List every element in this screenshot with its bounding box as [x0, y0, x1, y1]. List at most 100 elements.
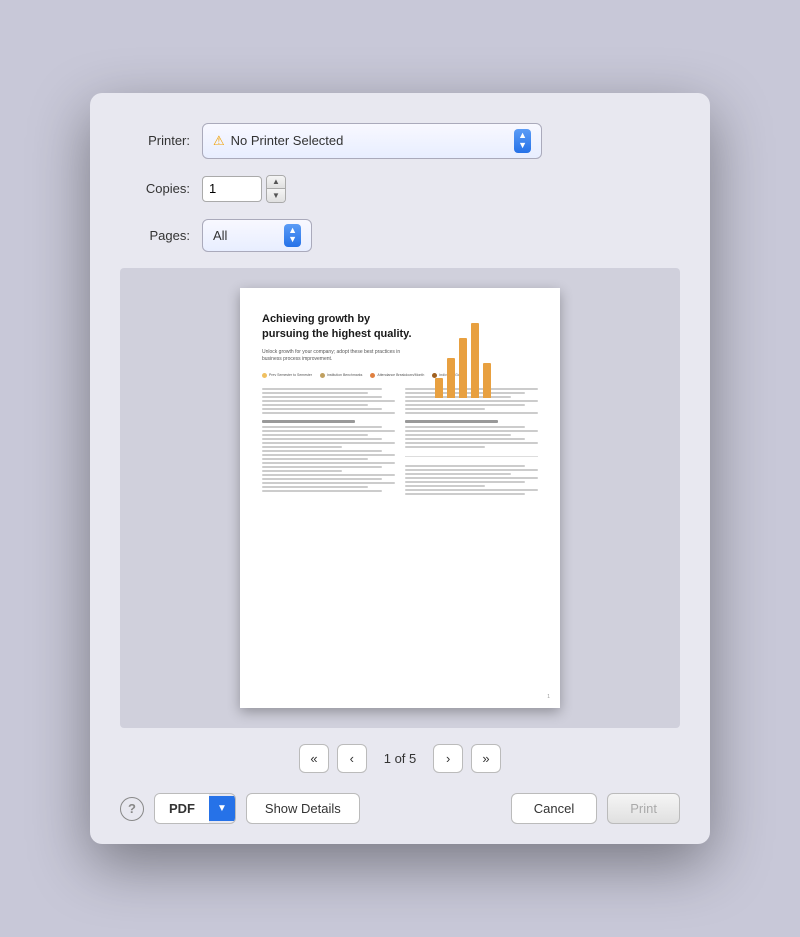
body-line — [405, 442, 538, 444]
legend-item-3: Attendance Breakdown/Month — [370, 373, 424, 378]
body-line — [262, 426, 382, 428]
body-line — [262, 434, 368, 436]
body-line — [262, 462, 395, 464]
body-line — [405, 400, 538, 402]
copies-stepper[interactable]: ▲ ▼ — [266, 175, 286, 203]
prev-page-button[interactable]: ‹ — [337, 744, 367, 773]
body-line — [262, 466, 382, 468]
chart-group-2 — [447, 358, 455, 398]
body-line — [405, 481, 525, 483]
preview-col-right — [405, 388, 538, 497]
legend-label-1: Prev Semester to Semester — [269, 373, 312, 377]
body-line — [405, 469, 538, 471]
legend-dot-1 — [262, 373, 267, 378]
body-line — [262, 454, 395, 456]
body-line — [405, 426, 525, 428]
pdf-arrow-button[interactable]: ▼ — [209, 796, 235, 821]
body-line — [405, 477, 538, 479]
legend-item-1: Prev Semester to Semester — [262, 373, 312, 378]
first-page-button[interactable]: « — [299, 744, 328, 773]
preview-page-number: 1 — [547, 694, 550, 700]
chart-bar — [435, 378, 443, 398]
copies-field[interactable] — [202, 176, 262, 202]
body-line — [405, 438, 525, 440]
pages-down-arrow: ▼ — [288, 235, 297, 245]
body-line — [405, 493, 525, 495]
body-line — [262, 482, 395, 484]
copies-input-group: ▲ ▼ — [202, 175, 286, 203]
body-line — [262, 478, 382, 480]
legend-dot-3 — [370, 373, 375, 378]
body-line — [262, 412, 395, 414]
cancel-button[interactable]: Cancel — [511, 793, 597, 824]
body-line — [262, 430, 395, 432]
body-line — [262, 450, 382, 452]
divider — [405, 456, 538, 457]
body-line — [405, 408, 485, 410]
body-line — [262, 486, 368, 488]
pages-stepper[interactable]: ▲ ▼ — [284, 224, 301, 248]
printer-label: Printer: — [120, 133, 190, 148]
print-button[interactable]: Print — [607, 793, 680, 824]
body-line — [262, 446, 342, 448]
legend-label-2: Institution Benchmarks — [327, 373, 362, 377]
body-line — [405, 404, 525, 406]
pdf-label[interactable]: PDF — [155, 794, 209, 823]
preview-area: Achieving growth by pursuing the highest… — [120, 268, 680, 728]
section-heading — [262, 420, 355, 423]
next-page-button[interactable]: › — [433, 744, 463, 773]
chart-group-5 — [483, 363, 491, 398]
print-dialog: Printer: ⚠ No Printer Selected ▲ ▼ Copie… — [90, 93, 710, 845]
pages-row: Pages: All ▲ ▼ — [120, 219, 680, 253]
pdf-button-group: PDF ▼ — [154, 793, 236, 824]
legend-label-3: Attendance Breakdown/Month — [377, 373, 424, 377]
copies-up-button[interactable]: ▲ — [267, 176, 285, 189]
body-line — [405, 485, 485, 487]
printer-select[interactable]: ⚠ No Printer Selected ▲ ▼ — [202, 123, 542, 159]
pages-select[interactable]: All ▲ ▼ — [202, 219, 312, 253]
preview-col-left — [262, 388, 395, 497]
page-info: 1 of 5 — [375, 751, 425, 766]
body-line — [405, 465, 525, 467]
legend-item-2: Institution Benchmarks — [320, 373, 362, 378]
body-line — [262, 396, 382, 398]
warning-icon: ⚠ — [213, 133, 225, 149]
body-line — [262, 474, 395, 476]
body-line — [262, 400, 395, 402]
legend-dot-2 — [320, 373, 325, 378]
body-line — [262, 458, 368, 460]
body-line — [262, 490, 382, 492]
show-details-button[interactable]: Show Details — [246, 793, 360, 824]
chart-bar — [471, 323, 479, 398]
chart-bar — [459, 338, 467, 398]
chart-group-1 — [435, 378, 443, 398]
body-line — [262, 470, 342, 472]
pages-value: All — [213, 228, 276, 243]
body-line — [405, 489, 538, 491]
chart-group-3 — [459, 338, 467, 398]
printer-down-arrow: ▼ — [518, 141, 527, 151]
help-button[interactable]: ? — [120, 797, 144, 821]
body-line — [262, 388, 382, 390]
body-line — [405, 434, 511, 436]
printer-stepper[interactable]: ▲ ▼ — [514, 129, 531, 153]
body-line — [262, 408, 382, 410]
copies-down-button[interactable]: ▼ — [267, 189, 285, 202]
last-page-button[interactable]: » — [471, 744, 500, 773]
copies-row: Copies: ▲ ▼ — [120, 175, 680, 203]
copies-label: Copies: — [120, 181, 190, 196]
body-line — [262, 392, 368, 394]
body-line — [405, 430, 538, 432]
body-line — [405, 446, 485, 448]
section-heading — [405, 420, 498, 423]
printer-value: No Printer Selected — [231, 133, 506, 148]
body-line — [262, 442, 395, 444]
body-line — [262, 404, 368, 406]
preview-body — [262, 388, 538, 497]
body-line — [262, 438, 382, 440]
body-line — [405, 473, 511, 475]
preview-chart — [435, 308, 550, 398]
chart-group-4 — [471, 323, 479, 398]
preview-title: Achieving growth by pursuing the highest… — [262, 312, 414, 341]
printer-row: Printer: ⚠ No Printer Selected ▲ ▼ — [120, 123, 680, 159]
